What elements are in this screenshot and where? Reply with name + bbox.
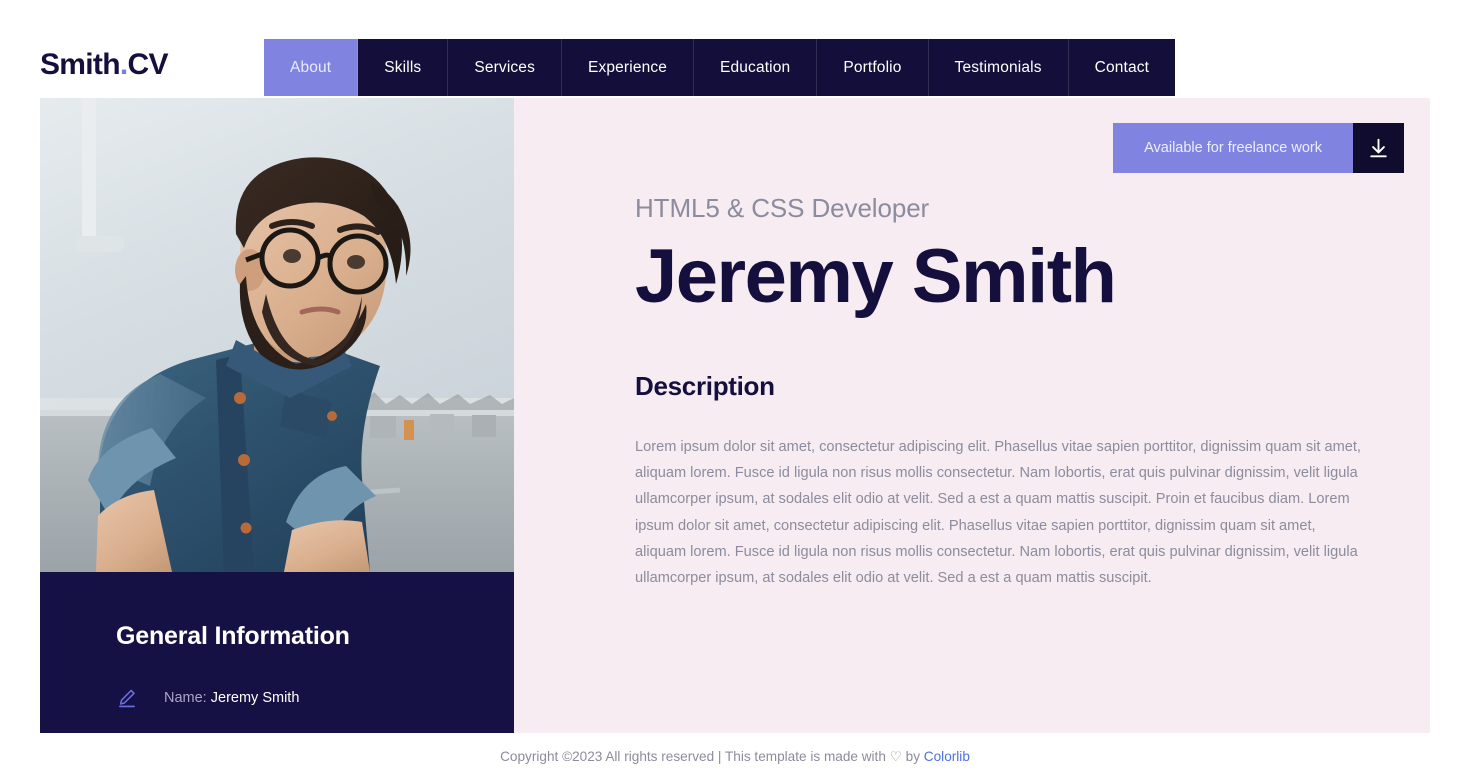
nav-item-experience[interactable]: Experience bbox=[562, 39, 695, 96]
page-root: Smith.CV About Skills Services Experienc… bbox=[0, 0, 1470, 780]
availability-group: Available for freelance work bbox=[1113, 123, 1404, 173]
hero-subtitle: HTML5 & CSS Developer bbox=[635, 193, 930, 223]
hero-panel: Available for freelance work HTML5 & CSS… bbox=[514, 98, 1430, 733]
nav-label: Contact bbox=[1094, 58, 1150, 76]
nav-label: Experience bbox=[587, 58, 668, 76]
site-logo[interactable]: Smith.CV bbox=[40, 48, 168, 82]
main-navigation: About Skills Services Experience Educati… bbox=[264, 39, 1176, 96]
nav-item-about[interactable]: About bbox=[264, 39, 359, 96]
footer-by-text: by bbox=[905, 748, 921, 764]
footer-copyright: Copyright ©2023 All rights reserved | Th… bbox=[500, 749, 970, 765]
site-footer: Copyright ©2023 All rights reserved | Th… bbox=[0, 733, 1470, 780]
nav-label: Portfolio bbox=[843, 58, 902, 76]
description-text: Lorem ipsum dolor sit amet, consectetur … bbox=[635, 439, 1361, 587]
pencil-icon bbox=[116, 687, 138, 709]
availability-badge[interactable]: Available for freelance work bbox=[1113, 123, 1353, 173]
download-icon bbox=[1366, 136, 1391, 161]
nav-item-contact[interactable]: Contact bbox=[1069, 39, 1175, 96]
nav-label: Testimonials bbox=[954, 58, 1042, 76]
hero-name: Jeremy Smith bbox=[635, 234, 1117, 319]
logo-accent-text: CV bbox=[127, 48, 168, 81]
nav-item-education[interactable]: Education bbox=[694, 39, 818, 96]
logo-main-text: Smith bbox=[40, 48, 121, 81]
general-information-card: General Information Name: Jeremy Smith bbox=[40, 572, 514, 733]
info-row-name: Name: Jeremy Smith bbox=[116, 687, 438, 709]
nav-item-services[interactable]: Services bbox=[448, 39, 562, 96]
colorlib-link[interactable]: Colorlib bbox=[924, 749, 970, 764]
main-content: General Information Name: Jeremy Smith A… bbox=[40, 98, 1430, 733]
footer-copyright-text: Copyright ©2023 All rights reserved | Th… bbox=[500, 748, 886, 764]
info-row-value: Jeremy Smith bbox=[210, 690, 300, 706]
heart-icon: ♡ bbox=[889, 748, 902, 764]
nav-item-testimonials[interactable]: Testimonials bbox=[929, 39, 1069, 96]
nav-label: About bbox=[290, 58, 332, 76]
nav-label: Skills bbox=[384, 58, 422, 76]
nav-label: Education bbox=[720, 58, 791, 76]
description-heading: Description bbox=[635, 371, 775, 402]
general-information-title: General Information bbox=[116, 622, 350, 650]
nav-item-portfolio[interactable]: Portfolio bbox=[817, 39, 929, 96]
site-header: Smith.CV About Skills Services Experienc… bbox=[0, 0, 1470, 98]
nav-item-skills[interactable]: Skills bbox=[358, 39, 449, 96]
profile-column: General Information Name: Jeremy Smith bbox=[40, 98, 514, 733]
nav-label: Services bbox=[474, 58, 535, 76]
download-cv-button[interactable] bbox=[1353, 123, 1404, 173]
info-row-text: Name: Jeremy Smith bbox=[164, 690, 299, 706]
availability-label: Available for freelance work bbox=[1144, 140, 1322, 156]
info-row-label: Name: bbox=[164, 690, 207, 706]
profile-photo bbox=[40, 98, 514, 572]
